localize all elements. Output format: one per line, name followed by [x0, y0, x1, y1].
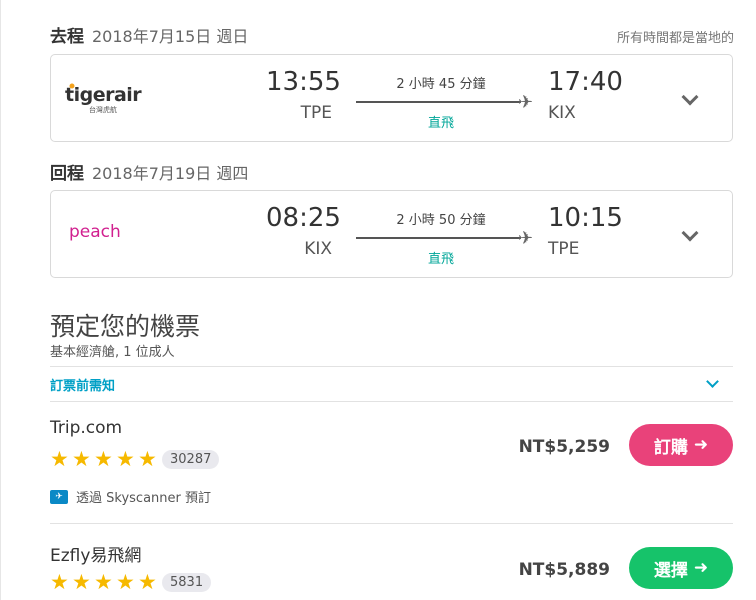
- star-icon: ★: [94, 447, 113, 471]
- star-icon: ★: [94, 570, 113, 594]
- departure-airport: TPE: [300, 103, 332, 123]
- book-button-label: 訂購: [653, 437, 688, 458]
- chevron-down-icon[interactable]: [681, 88, 699, 106]
- leg-direction: 回程: [50, 164, 84, 184]
- provider-row-ezfly: Ezfly易飛網 ★ ★ ★ ★ ★ 5831 NT$5,889 選擇 ➜: [50, 541, 733, 600]
- flight-duration: 2 小時 50 分鐘: [396, 213, 486, 228]
- arrival-airport: TPE: [548, 239, 580, 259]
- route-line: [356, 101, 521, 103]
- select-button-label: 選擇: [653, 560, 688, 581]
- book-button[interactable]: 訂購 ➜: [629, 424, 733, 466]
- return-flight-card[interactable]: peach 08:25 KIX 2 小時 50 分鐘 ✈ 直飛 10:15 TP…: [50, 190, 733, 278]
- chevron-down-icon[interactable]: [706, 375, 719, 388]
- return-header: 回程 2018年7月19日 週四: [50, 159, 248, 184]
- star-icon: ★: [138, 570, 157, 594]
- left-divider: [0, 0, 1, 600]
- skyscanner-icon: ✈: [50, 489, 68, 504]
- flight-duration: 2 小時 45 分鐘: [396, 77, 486, 92]
- outbound-flight-card[interactable]: tigerair 台灣虎航 13:55 TPE 2 小時 45 分鐘 ✈ 直飛 …: [50, 54, 733, 142]
- chevron-down-icon[interactable]: [681, 224, 699, 242]
- route-line: [356, 237, 521, 239]
- departure-time: 08:25: [266, 203, 341, 233]
- plane-icon: ✈: [518, 92, 534, 113]
- divider: [50, 523, 733, 524]
- departure-airport: KIX: [304, 239, 332, 259]
- tigerair-logo-subtext: 台灣虎航: [89, 105, 117, 114]
- arrow-right-icon: ➜: [693, 558, 709, 578]
- booking-subtitle: 基本經濟艙, 1 位成人: [50, 345, 175, 360]
- price: NT$5,259: [518, 437, 610, 457]
- star-icon: ★: [50, 570, 69, 594]
- outbound-header: 去程 2018年7月15日 週日: [50, 22, 248, 47]
- arrival-time: 10:15: [548, 203, 623, 233]
- star-icon: ★: [72, 447, 91, 471]
- plane-icon: ✈: [518, 228, 534, 249]
- via-label: 透過 Skyscanner 預訂: [76, 491, 211, 506]
- star-icon: ★: [72, 570, 91, 594]
- divider: [50, 401, 733, 402]
- provider-row-trip: Trip.com ★ ★ ★ ★ ★ 30287 ✈ 透過 Skyscanner…: [50, 418, 733, 518]
- booking-notice-toggle[interactable]: 訂票前需知: [50, 367, 733, 401]
- stops-label: 直飛: [427, 252, 454, 267]
- leg-date: 2018年7月15日 週日: [92, 27, 249, 46]
- peach-logo: peach: [65, 215, 145, 255]
- peach-logo-text: peach: [69, 222, 121, 242]
- stops-label: 直飛: [427, 116, 454, 131]
- booking-notice-label[interactable]: 訂票前需知: [50, 375, 115, 394]
- tigerair-logo: tigerair 台灣虎航: [65, 79, 145, 119]
- arrow-right-icon: ➜: [693, 435, 709, 455]
- provider-rating: ★ ★ ★ ★ ★ 5831: [50, 570, 212, 594]
- arrival-airport: KIX: [548, 103, 576, 123]
- star-icon: ★: [116, 570, 135, 594]
- provider-rating: ★ ★ ★ ★ ★ 30287: [50, 447, 220, 471]
- arrival-time: 17:40: [548, 67, 623, 97]
- price: NT$5,889: [518, 560, 610, 580]
- review-count-badge: 30287: [162, 449, 220, 469]
- leg-date: 2018年7月19日 週四: [92, 164, 249, 183]
- leg-direction: 去程: [50, 27, 84, 47]
- departure-time: 13:55: [266, 67, 341, 97]
- select-button[interactable]: 選擇 ➜: [629, 547, 733, 589]
- star-icon: ★: [116, 447, 135, 471]
- star-icon: ★: [138, 447, 157, 471]
- provider-name[interactable]: Ezfly易飛網: [50, 541, 141, 566]
- via-skyscanner: ✈ 透過 Skyscanner 預訂: [50, 487, 211, 506]
- timezone-note: 所有時間都是當地的: [616, 31, 734, 46]
- provider-name[interactable]: Trip.com: [50, 418, 122, 438]
- star-icon: ★: [50, 447, 69, 471]
- review-count-badge: 5831: [162, 572, 212, 592]
- tigerair-logo-text: tigerair: [65, 84, 142, 106]
- booking-title: 預定您的機票: [50, 312, 201, 341]
